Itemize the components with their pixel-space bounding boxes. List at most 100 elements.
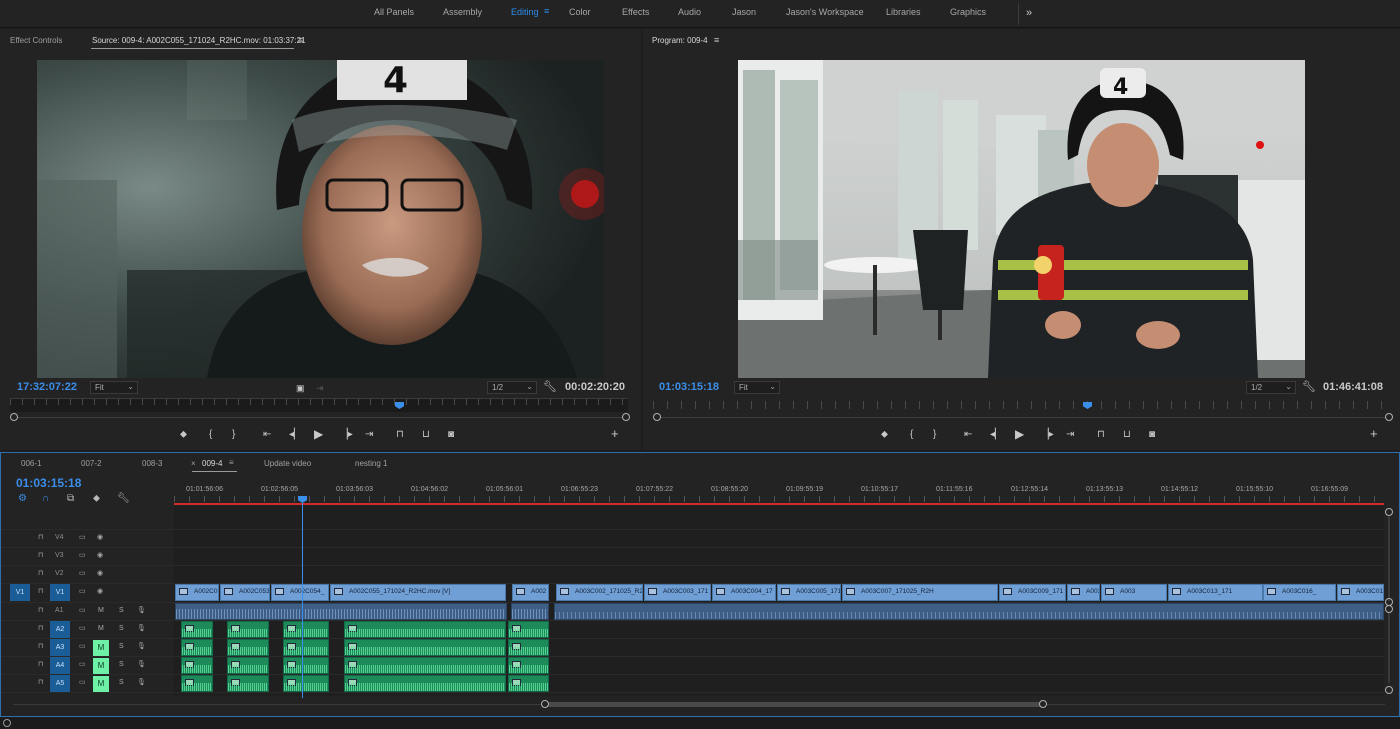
lock-icon[interactable]: ⊓ bbox=[38, 660, 43, 668]
mute-button[interactable]: M bbox=[98, 625, 104, 632]
horizontal-scrollbar-thumb[interactable] bbox=[545, 702, 1042, 707]
tab-program[interactable]: Program: 009-4 bbox=[652, 36, 708, 45]
lift-icon[interactable]: ⊓ bbox=[1097, 429, 1105, 441]
workspace-tab-audio[interactable]: Audio bbox=[678, 7, 701, 17]
horizontal-scroll-handle-right[interactable] bbox=[1039, 700, 1047, 708]
workspace-tab-all-panels[interactable]: All Panels bbox=[374, 7, 414, 17]
solo-button[interactable]: S bbox=[119, 643, 124, 650]
solo-button[interactable]: S bbox=[119, 661, 124, 668]
lock-icon[interactable]: ⊓ bbox=[38, 533, 43, 541]
sync-lock-icon[interactable]: ▭ bbox=[79, 587, 86, 595]
mute-button[interactable]: M bbox=[93, 658, 109, 674]
solo-button[interactable]: S bbox=[119, 679, 124, 686]
audio-clip[interactable] bbox=[181, 621, 213, 638]
timeline-tab-008-3[interactable]: 008-3 bbox=[142, 459, 162, 468]
program-resolution-dropdown[interactable]: 1/2 ⌄ bbox=[1246, 381, 1296, 394]
panel-menu-icon[interactable]: ≡ bbox=[714, 34, 719, 46]
mark-in-icon[interactable]: { bbox=[910, 429, 913, 441]
audio-clip[interactable] bbox=[283, 675, 329, 692]
workspace-tab-assembly[interactable]: Assembly bbox=[443, 7, 482, 17]
video-clip[interactable]: A003C010_171 bbox=[1067, 584, 1100, 601]
source-patch-v1[interactable]: V1 bbox=[10, 584, 30, 601]
timeline-tab-009-4[interactable]: 009-4 bbox=[202, 459, 222, 468]
video-clip[interactable]: A003C005_171 bbox=[777, 584, 841, 601]
source-zoom-dropdown[interactable]: Fit ⌄ bbox=[90, 381, 138, 394]
insert-clip-icon[interactable]: ⊓ bbox=[396, 429, 404, 441]
program-ruler-ticks[interactable] bbox=[653, 401, 1388, 409]
track-target-v1[interactable]: V1 bbox=[50, 584, 70, 601]
audio-clip[interactable] bbox=[227, 675, 269, 692]
lock-icon[interactable]: ⊓ bbox=[38, 569, 43, 577]
step-forward-icon[interactable]: ▕▸ bbox=[1041, 429, 1054, 441]
video-clip[interactable]: A003C002_171025_R2 bbox=[556, 584, 643, 601]
video-clip[interactable]: A003C003_171 bbox=[644, 584, 711, 601]
lock-icon[interactable]: ⊓ bbox=[38, 624, 43, 632]
audio-clip[interactable] bbox=[283, 639, 329, 656]
solo-button[interactable]: S bbox=[119, 625, 124, 632]
audio-clip[interactable] bbox=[181, 675, 213, 692]
step-forward-icon[interactable]: ▕▸ bbox=[340, 429, 353, 441]
workspace-tab-editing[interactable]: Editing bbox=[511, 7, 539, 17]
source-resolution-dropdown[interactable]: 1/2 ⌄ bbox=[487, 381, 537, 394]
audio-clip-a1-2[interactable] bbox=[511, 603, 549, 620]
track-target-a2[interactable]: A2 bbox=[50, 621, 70, 638]
audio-clip[interactable] bbox=[227, 657, 269, 674]
panel-menu-icon[interactable]: ≡ bbox=[298, 34, 303, 46]
video-clip[interactable]: A003C004_17 bbox=[712, 584, 776, 601]
marker-icon[interactable]: ⬥ bbox=[180, 429, 187, 441]
mark-in-icon[interactable]: { bbox=[209, 429, 212, 441]
eye-icon[interactable]: ◉ bbox=[97, 533, 103, 541]
zoom-handle-left[interactable] bbox=[10, 413, 18, 421]
double-chevron-right-icon[interactable]: » bbox=[1026, 7, 1032, 19]
lock-icon[interactable]: ⊓ bbox=[38, 678, 43, 686]
sync-lock-icon[interactable]: ▭ bbox=[79, 606, 86, 614]
video-clip[interactable]: A003C007_171025_R2H bbox=[842, 584, 998, 601]
audio-scroll-handle-bottom[interactable] bbox=[1385, 686, 1393, 694]
track-target-a4[interactable]: A4 bbox=[50, 657, 70, 674]
marker-icon[interactable]: ⬥ bbox=[881, 429, 888, 441]
lock-icon[interactable]: ⊓ bbox=[38, 587, 43, 595]
mute-button[interactable]: M bbox=[98, 607, 104, 614]
eye-icon[interactable]: ◉ bbox=[97, 587, 103, 595]
video-clip[interactable]: A002C053 bbox=[220, 584, 270, 601]
workspace-tab-jason-s-workspace[interactable]: Jason's Workspace bbox=[786, 7, 864, 17]
sync-lock-icon[interactable]: ▭ bbox=[79, 569, 86, 577]
audio-clip[interactable] bbox=[344, 657, 506, 674]
audio-scroll-handle-top[interactable] bbox=[1385, 605, 1393, 613]
sync-lock-icon[interactable]: ▭ bbox=[79, 551, 86, 559]
step-back-icon[interactable]: ◂▏ bbox=[289, 429, 302, 441]
overwrite-clip-icon[interactable]: ⊔ bbox=[422, 429, 430, 441]
audio-clip[interactable] bbox=[508, 621, 549, 638]
video-clip[interactable]: A003C017_171 bbox=[1337, 584, 1384, 601]
microphone-icon[interactable]: 🎙︎ bbox=[137, 660, 146, 668]
play-icon[interactable]: ▶ bbox=[1015, 428, 1024, 440]
timeline-timecode[interactable]: 01:03:15:18 bbox=[16, 476, 81, 490]
track-target-a3[interactable]: A3 bbox=[50, 639, 70, 656]
video-clip[interactable]: A003C016_ bbox=[1263, 584, 1336, 601]
go-to-out-icon[interactable]: ⇥ bbox=[365, 429, 373, 441]
source-zoom-bar[interactable] bbox=[10, 417, 628, 418]
panel-menu-icon[interactable]: ≡ bbox=[229, 458, 234, 467]
video-clip[interactable]: A002C054_ bbox=[271, 584, 329, 601]
timeline-tab-006-1[interactable]: 006-1 bbox=[21, 459, 41, 468]
nest-icon[interactable]: ⚙︎ bbox=[18, 493, 27, 504]
microphone-icon[interactable]: 🎙︎ bbox=[137, 678, 146, 686]
audio-clip[interactable] bbox=[181, 657, 213, 674]
go-to-out-icon[interactable]: ⇥ bbox=[1066, 429, 1074, 441]
linked-selection-icon[interactable]: ⧉ bbox=[67, 493, 74, 504]
tab-effect-controls[interactable]: Effect Controls bbox=[10, 36, 62, 45]
camera-icon[interactable]: ◙ bbox=[448, 429, 454, 441]
add-button-icon[interactable]: + bbox=[611, 427, 619, 440]
workspace-tab-graphics[interactable]: Graphics bbox=[950, 7, 986, 17]
timeline-tab-007-2[interactable]: 007-2 bbox=[81, 459, 101, 468]
video-clip[interactable]: A003C009_171 bbox=[999, 584, 1066, 601]
wrench-icon[interactable]: 🔧︎ bbox=[543, 381, 557, 393]
audio-clip[interactable] bbox=[344, 621, 506, 638]
timeline-ruler[interactable]: 01:01:56:06 01:02:56:05 01:03:56:03 01:04:5… bbox=[174, 483, 1384, 505]
audio-clip[interactable] bbox=[283, 621, 329, 638]
workspace-tab-libraries[interactable]: Libraries bbox=[886, 7, 921, 17]
mute-button[interactable]: M bbox=[93, 640, 109, 656]
lock-icon[interactable]: ⊓ bbox=[38, 606, 43, 614]
vertical-scrollbar-video[interactable] bbox=[1388, 517, 1390, 601]
microphone-icon[interactable]: 🎙︎ bbox=[137, 642, 146, 650]
